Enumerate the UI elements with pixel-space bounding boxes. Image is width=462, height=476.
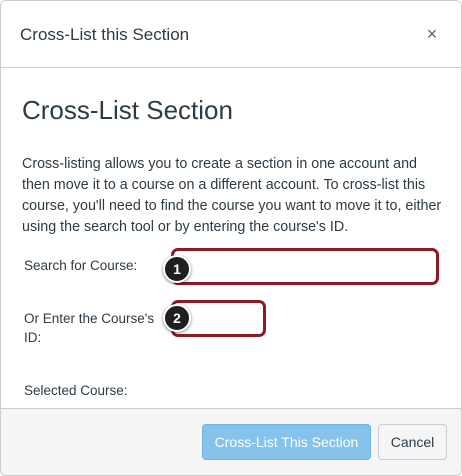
description-text: Cross-listing allows you to create a sec… <box>22 156 442 235</box>
close-icon[interactable]: × <box>423 24 441 44</box>
dialog-footer: Cross-List This Section Cancel <box>1 408 461 475</box>
callout-badge-2: 2 <box>163 304 191 332</box>
cancel-button[interactable]: Cancel <box>378 424 447 460</box>
dialog-body: Cross-List Section Cross-listing allows … <box>1 68 461 409</box>
dialog-header: Cross-List this Section × <box>1 1 461 68</box>
dialog-title: Cross-List this Section <box>20 25 190 44</box>
section-heading: Cross-List Section <box>22 95 233 125</box>
callout-badge-1: 1 <box>163 255 191 283</box>
selected-course-label: Selected Course: <box>24 383 128 398</box>
cross-list-button[interactable]: Cross-List This Section <box>202 424 371 460</box>
course-id-label: Or Enter the Course's ID: <box>24 311 155 345</box>
cross-list-dialog: Cross-List this Section × Cross-List Sec… <box>0 0 462 476</box>
search-course-label: Search for Course: <box>24 258 138 273</box>
search-course-input[interactable] <box>171 248 439 285</box>
